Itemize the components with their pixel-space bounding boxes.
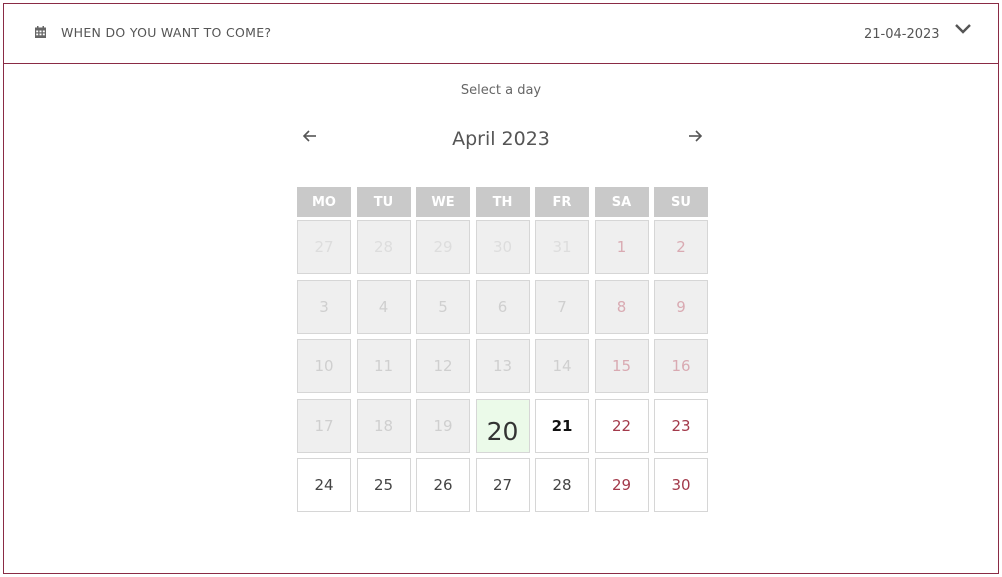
selected-date-value: 21-04-2023 [864, 27, 940, 42]
calendar-day[interactable]: 24 [297, 458, 351, 512]
calendar-day: 9 [654, 279, 708, 334]
date-picker-panel: WHEN DO YOU WANT TO COME? 21-04-2023 Sel… [3, 3, 999, 574]
calendar-day: 2 [654, 220, 708, 274]
calendar-icon [35, 26, 46, 38]
weekday-header: MO [297, 187, 351, 217]
calendar-day: 29 [416, 220, 470, 274]
weekday-header: SU [654, 187, 708, 217]
calendar-day: 16 [654, 339, 708, 393]
month-label: April 2023 [452, 128, 550, 150]
calendar-day: 1 [594, 220, 649, 274]
weekday-header: WE [416, 187, 470, 217]
calendar-day: 10 [297, 339, 351, 393]
calendar-day[interactable]: 30 [654, 458, 708, 512]
weekday-header: FR [535, 187, 589, 217]
calendar-day[interactable]: 29 [594, 458, 649, 512]
calendar-day: 6 [475, 279, 530, 334]
calendar-day: 17 [297, 398, 351, 453]
weekday-header: SA [594, 187, 649, 217]
date-picker-header[interactable]: WHEN DO YOU WANT TO COME? 21-04-2023 [4, 4, 998, 64]
calendar-day: 11 [356, 339, 411, 393]
calendar-day: 15 [594, 339, 649, 393]
weekday-header: TU [356, 187, 411, 217]
calendar-day[interactable]: 27 [475, 458, 530, 512]
calendar-day[interactable]: 23 [654, 398, 708, 453]
calendar-day[interactable]: 28 [535, 458, 589, 512]
calendar-day: 12 [416, 339, 470, 393]
calendar-day: 27 [297, 220, 351, 274]
calendar-day: 3 [297, 279, 351, 334]
calendar-day: 13 [475, 339, 530, 393]
calendar-day-today[interactable]: 20 [475, 398, 530, 453]
select-day-hint: Select a day [460, 83, 542, 98]
date-picker-title: WHEN DO YOU WANT TO COME? [61, 25, 272, 40]
calendar-day[interactable]: 25 [356, 458, 411, 512]
calendar-day[interactable]: 22 [594, 398, 649, 453]
calendar-day: 7 [535, 279, 589, 334]
calendar-day: 8 [594, 279, 649, 334]
arrow-right-icon[interactable] [687, 129, 703, 143]
calendar-day-selected[interactable]: 21 [535, 398, 589, 453]
calendar-day: 14 [535, 339, 589, 393]
calendar-day: 28 [356, 220, 411, 274]
chevron-down-icon[interactable] [954, 23, 972, 35]
calendar-day: 31 [535, 220, 589, 274]
calendar-day: 5 [416, 279, 470, 334]
calendar-day: 18 [356, 398, 411, 453]
calendar-day: 30 [475, 220, 530, 274]
calendar-day: 4 [356, 279, 411, 334]
calendar-day: 19 [416, 398, 470, 453]
calendar-day[interactable]: 26 [416, 458, 470, 512]
weekday-header: TH [475, 187, 530, 217]
